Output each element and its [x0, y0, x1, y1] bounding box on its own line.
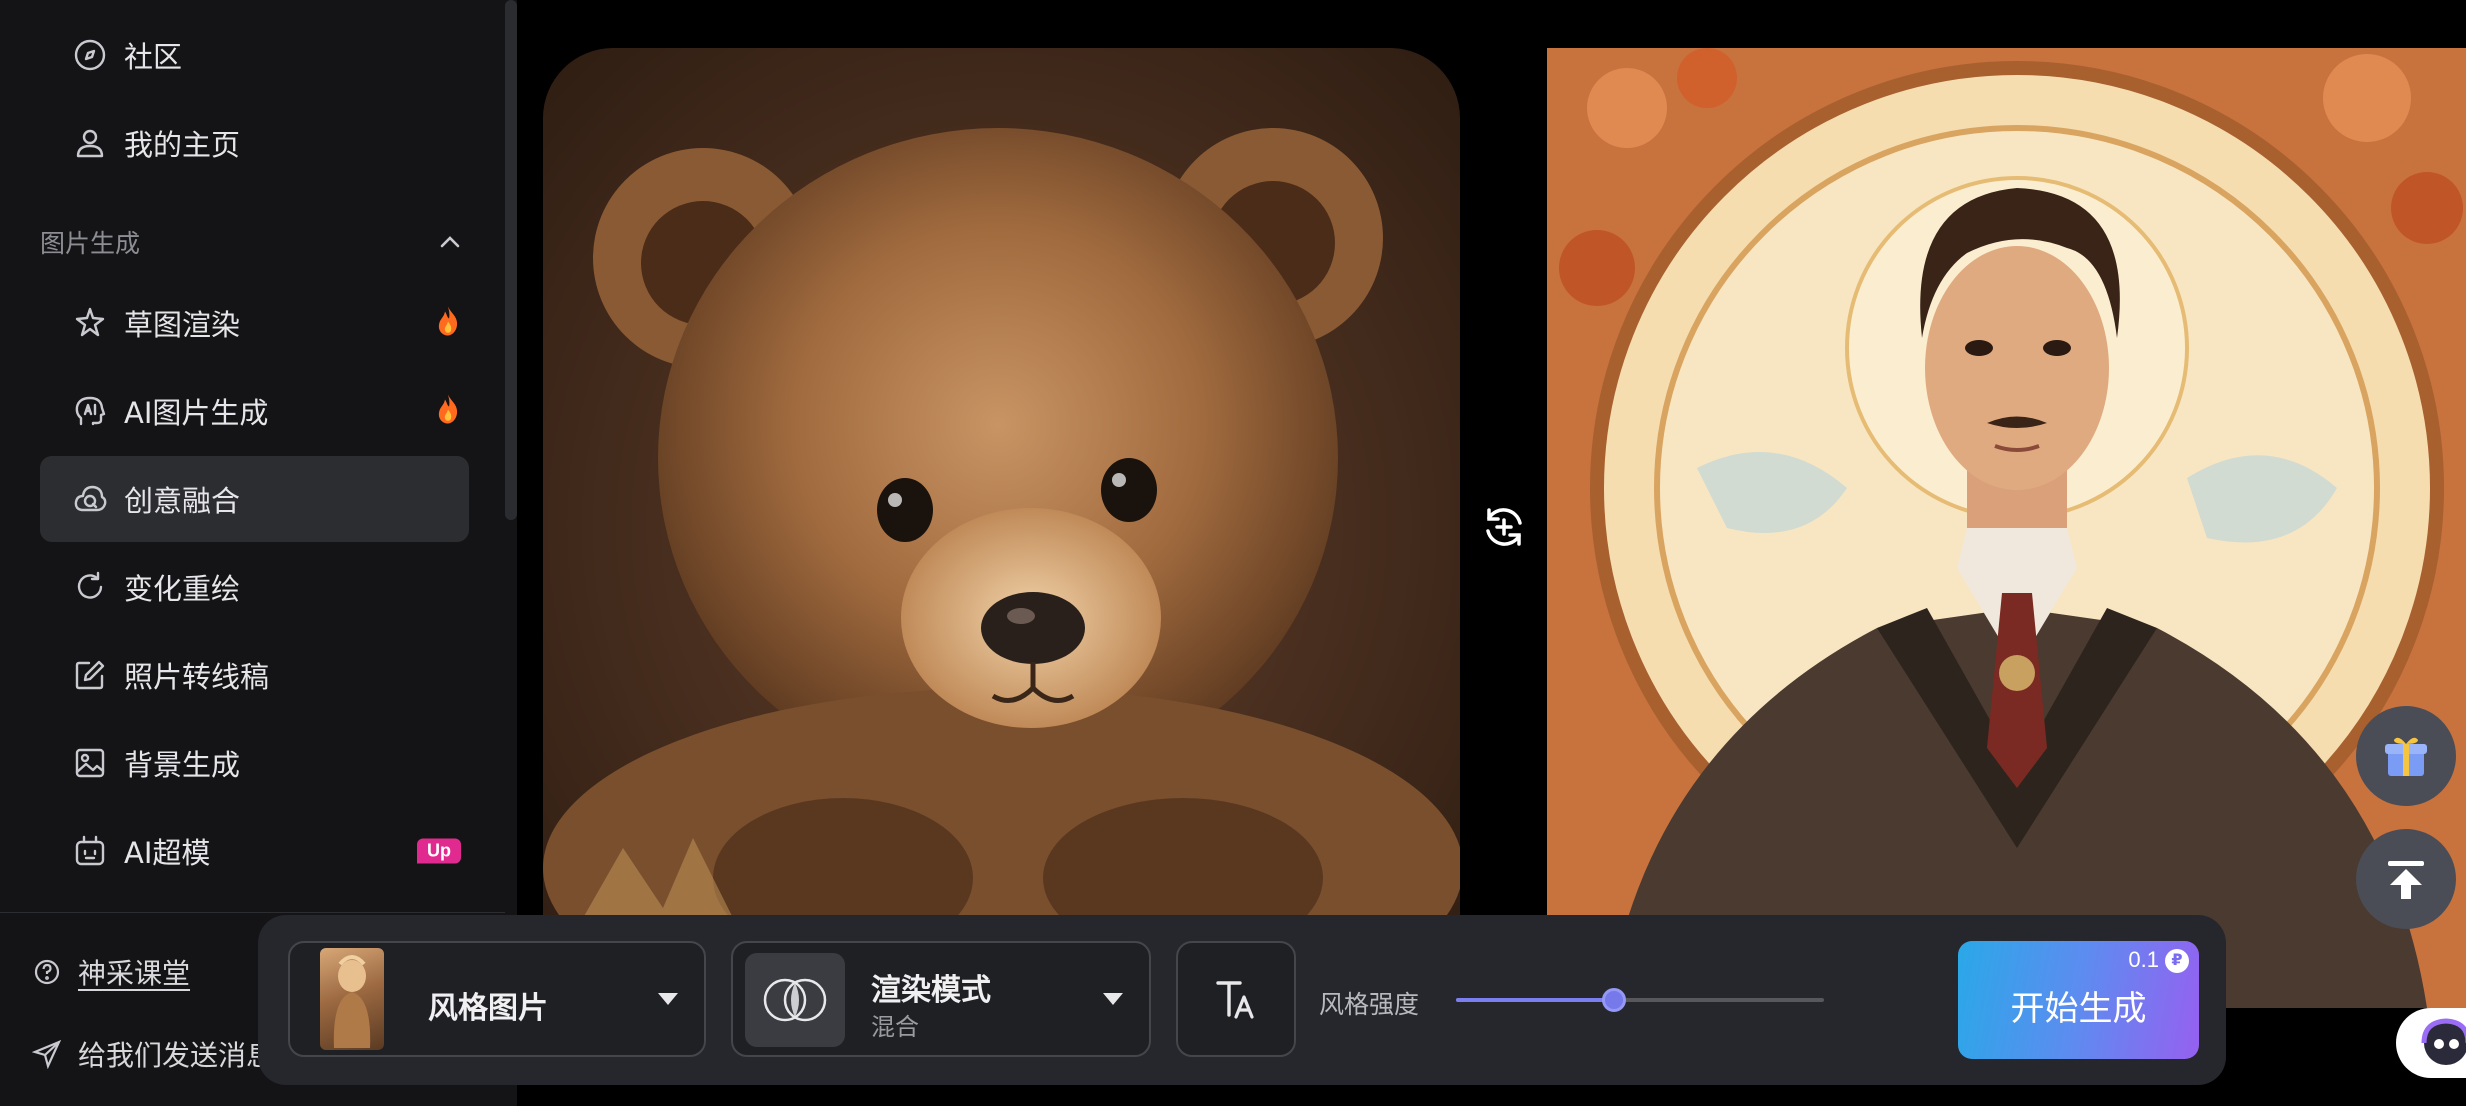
nav-label: 照片转线稿: [124, 660, 270, 694]
image-icon: [70, 743, 110, 783]
generate-cost: 0.1: [2128, 947, 2159, 972]
slider-fill: [1456, 998, 1615, 1002]
style-image-select[interactable]: 风格图片: [288, 941, 706, 1057]
style-image-thumbnail: [320, 948, 384, 1050]
nav-item-ai-image[interactable]: AI图片生成: [40, 368, 469, 454]
gift-icon: [2385, 737, 2427, 776]
render-mode-value: 混合: [871, 1013, 919, 1041]
send-message-link[interactable]: 给我们发送消息: [31, 1034, 275, 1074]
render-mode-label: 渲染模式: [871, 973, 991, 1008]
nav-item-creative-fusion[interactable]: 创意融合: [40, 456, 469, 542]
refresh-icon: [70, 567, 110, 607]
text-size-icon: [1216, 981, 1254, 1019]
section-header-image-generation[interactable]: 图片生成: [40, 222, 469, 262]
slider-thumb[interactable]: [1602, 988, 1627, 1012]
style-image-label: 风格图片: [428, 991, 548, 1026]
send-icon: [31, 1039, 62, 1070]
nav-label: 我的主页: [124, 128, 241, 162]
help-circle-icon: [32, 957, 62, 987]
generation-toolbar: 风格图片 渲染模式 混合 风格强度 0.1 ₽ 开始生成: [258, 915, 2226, 1085]
content-image-left[interactable]: [543, 48, 1460, 918]
nav-label: 社区: [124, 40, 183, 74]
nav-label: AI超模: [124, 836, 211, 870]
sketch-icon: [70, 303, 110, 343]
art-nouveau-portrait-image: [1547, 48, 2466, 1008]
robot-icon: [70, 831, 110, 871]
nav-label: 草图渲染: [124, 308, 241, 342]
nav-item-variation-redraw[interactable]: 变化重绘: [40, 544, 469, 630]
section-title: 图片生成: [40, 229, 141, 258]
nav-item-photo-to-lineart[interactable]: 照片转线稿: [40, 632, 469, 718]
swap-images-button[interactable]: [1480, 503, 1528, 551]
coin-icon: ₽: [2165, 949, 2189, 973]
render-mode-select[interactable]: 渲染模式 混合: [731, 941, 1151, 1057]
text-mode-button[interactable]: [1176, 941, 1296, 1057]
style-strength-label: 风格强度: [1319, 990, 1420, 1019]
nav-item-ai-model[interactable]: AI超模 Up: [40, 808, 469, 894]
nav-item-my-home[interactable]: 我的主页: [40, 100, 469, 186]
bot-face-icon: [2421, 1018, 2466, 1065]
help-classroom-label: 神采课堂: [78, 957, 191, 990]
nav-label: 背景生成: [124, 748, 241, 782]
back-to-top-icon: [2388, 861, 2424, 899]
start-generate-button[interactable]: 0.1 ₽ 开始生成: [1958, 941, 2199, 1059]
send-message-label: 给我们发送消息: [78, 1039, 275, 1072]
nav-item-community[interactable]: 社区: [40, 12, 469, 98]
nav-item-background-gen[interactable]: 背景生成: [40, 720, 469, 806]
blend-mode-icon: [745, 953, 845, 1047]
ai-head-icon: [70, 391, 110, 431]
gift-button[interactable]: [2356, 706, 2456, 806]
compass-icon: [70, 35, 110, 75]
style-strength-slider[interactable]: [1456, 988, 1824, 1012]
blend-icon: [70, 479, 110, 519]
chevron-up-icon: [440, 236, 460, 248]
nav-label: 变化重绘: [124, 572, 241, 606]
up-badge: Up: [417, 838, 461, 864]
bear-cub-image: [543, 128, 1460, 918]
user-icon: [70, 123, 110, 163]
assistant-bot-button[interactable]: [2396, 1008, 2466, 1078]
back-to-top-button[interactable]: [2356, 829, 2456, 929]
generate-label: 开始生成: [2010, 989, 2147, 1029]
nav-label: AI图片生成: [124, 396, 269, 430]
sidebar-scrollbar[interactable]: [505, 0, 517, 520]
chevron-down-icon: [1103, 993, 1123, 1005]
fire-icon: [435, 305, 461, 342]
edit-icon: [70, 655, 110, 695]
content-image-right[interactable]: [1547, 48, 2466, 1008]
fire-icon: [435, 393, 461, 430]
help-classroom-link[interactable]: 神采课堂: [32, 952, 190, 992]
nav-label: 创意融合: [124, 484, 241, 518]
swap-images-icon: [1486, 508, 1522, 546]
chevron-down-icon: [658, 993, 678, 1005]
nav-item-sketch-render[interactable]: 草图渲染: [40, 280, 469, 366]
sidebar-footer: [0, 912, 505, 913]
